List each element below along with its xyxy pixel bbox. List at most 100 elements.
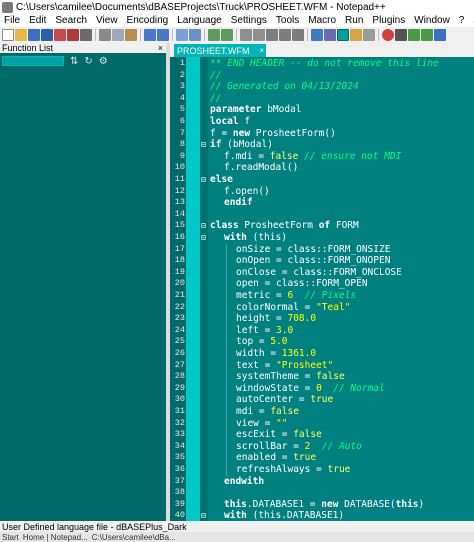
code-line[interactable]: 18 onOpen = class::FORM_ONOPEN bbox=[170, 255, 474, 267]
code-line[interactable]: 14 bbox=[170, 209, 474, 221]
code-line[interactable]: 26 width = 1361.0 bbox=[170, 348, 474, 360]
menu-plugins[interactable]: Plugins bbox=[372, 15, 405, 26]
sync-vertical-icon[interactable] bbox=[240, 29, 252, 41]
function-list-icon[interactable] bbox=[337, 29, 349, 41]
menu-file[interactable]: File bbox=[4, 15, 20, 26]
code-line[interactable]: 13 endif bbox=[170, 197, 474, 209]
code-line[interactable]: 35 enabled = true bbox=[170, 452, 474, 464]
code-line[interactable]: 3 // Generated on 04/13/2024 bbox=[170, 81, 474, 93]
document-map-icon[interactable] bbox=[324, 29, 336, 41]
menu-help[interactable]: ? bbox=[459, 15, 465, 26]
print-icon[interactable] bbox=[80, 29, 92, 41]
menu-search[interactable]: Search bbox=[55, 15, 87, 26]
code-line[interactable]: 39 this.DATABASE1 = new DATABASE(this) bbox=[170, 499, 474, 511]
fold-toggle-icon[interactable]: ⊟ bbox=[201, 174, 206, 186]
code-line[interactable]: 1 ** END HEADER -- do not remove this lin… bbox=[170, 58, 474, 70]
code-line[interactable]: 33 escExit = false bbox=[170, 429, 474, 441]
paste-icon[interactable] bbox=[125, 29, 137, 41]
cut-icon[interactable] bbox=[99, 29, 111, 41]
fold-toggle-icon[interactable]: ⊟ bbox=[201, 232, 206, 244]
code-line[interactable]: 27 text = "Prosheet" bbox=[170, 360, 474, 372]
menu-view[interactable]: View bbox=[96, 15, 118, 26]
zoom-in-icon[interactable] bbox=[208, 29, 220, 41]
word-wrap-icon[interactable] bbox=[266, 29, 278, 41]
fold-toggle-icon[interactable]: ⊟ bbox=[201, 220, 206, 232]
monitoring-icon[interactable] bbox=[363, 29, 375, 41]
code-line[interactable]: 17 onSize = class::FORM_ONSIZE bbox=[170, 244, 474, 256]
open-file-icon[interactable] bbox=[15, 29, 27, 41]
code-editor[interactable]: 1 ** END HEADER -- do not remove this lin… bbox=[170, 57, 474, 521]
play-macro-icon[interactable] bbox=[408, 29, 420, 41]
settings-gear-icon[interactable]: ⚙ bbox=[99, 56, 108, 67]
code-line[interactable]: 34 scrollBar = 2 // Auto bbox=[170, 441, 474, 453]
redo-icon[interactable] bbox=[157, 29, 169, 41]
code-line[interactable]: 22 colorNormal = "Teal" bbox=[170, 302, 474, 314]
indent-guide-icon[interactable] bbox=[292, 29, 304, 41]
folder-workspace-icon[interactable] bbox=[350, 29, 362, 41]
close-all-icon[interactable] bbox=[67, 29, 79, 41]
fold-toggle-icon[interactable]: ⊟ bbox=[201, 139, 206, 151]
code-line[interactable]: 6 local f bbox=[170, 116, 474, 128]
save-all-icon[interactable] bbox=[41, 29, 53, 41]
code-line[interactable]: 19 onClose = class::FORM_ONCLOSE bbox=[170, 267, 474, 279]
save-macro-icon[interactable] bbox=[434, 29, 446, 41]
language-icon[interactable] bbox=[311, 29, 323, 41]
taskbar-explorer-item[interactable]: C:\Users\camilee\dBa... bbox=[92, 533, 176, 542]
menu-encoding[interactable]: Encoding bbox=[127, 15, 169, 26]
tab-close-button[interactable]: × bbox=[259, 46, 264, 55]
code-line[interactable]: 8 ⊟ if (bModal) bbox=[170, 139, 474, 151]
function-list-close-button[interactable]: × bbox=[158, 43, 163, 53]
zoom-out-icon[interactable] bbox=[221, 29, 233, 41]
code-line[interactable]: 32 view = "" bbox=[170, 418, 474, 430]
code-line[interactable]: 11 ⊟ else bbox=[170, 174, 474, 186]
menu-window[interactable]: Window bbox=[414, 15, 450, 26]
code-line[interactable]: 15 ⊟ class ProsheetForm of FORM bbox=[170, 220, 474, 232]
menu-settings[interactable]: Settings bbox=[231, 15, 267, 26]
code-line[interactable]: 29 windowState = 0 // Normal bbox=[170, 383, 474, 395]
code-line[interactable]: 37 endwith bbox=[170, 476, 474, 488]
code-line[interactable]: 10 f.readModal() bbox=[170, 162, 474, 174]
code-line[interactable]: 31 mdi = false bbox=[170, 406, 474, 418]
code-line[interactable]: 5 parameter bModal bbox=[170, 104, 474, 116]
code-line[interactable]: 25 top = 5.0 bbox=[170, 336, 474, 348]
menu-edit[interactable]: Edit bbox=[29, 15, 46, 26]
code-line[interactable]: 20 open = class::FORM_OPEN bbox=[170, 278, 474, 290]
code-line[interactable]: 38 bbox=[170, 487, 474, 499]
code-line[interactable]: 12 f.open() bbox=[170, 186, 474, 198]
code-line[interactable]: 40 ⊟ with (this.DATABASE1) bbox=[170, 510, 474, 521]
save-icon[interactable] bbox=[28, 29, 40, 41]
code-line[interactable]: 28 systemTheme = false bbox=[170, 371, 474, 383]
fold-toggle-icon[interactable]: ⊟ bbox=[201, 510, 206, 521]
stop-macro-icon[interactable] bbox=[395, 29, 407, 41]
tab-prosheet-wfm[interactable]: PROSHEET.WFM × bbox=[174, 44, 266, 57]
code-line[interactable]: 9 f.mdi = false // ensure not MDI bbox=[170, 151, 474, 163]
code-line[interactable]: 21 metric = 6 // Pixels bbox=[170, 290, 474, 302]
sort-icon[interactable]: ⇅ bbox=[70, 56, 78, 67]
close-file-icon[interactable] bbox=[54, 29, 66, 41]
record-macro-icon[interactable] bbox=[382, 29, 394, 41]
code-line[interactable]: 2 // bbox=[170, 70, 474, 82]
sync-horizontal-icon[interactable] bbox=[253, 29, 265, 41]
code-line[interactable]: 23 height = 708.0 bbox=[170, 313, 474, 325]
menu-language[interactable]: Language bbox=[177, 15, 222, 26]
taskbar-notepad-item[interactable]: Home | Notepad... bbox=[23, 533, 88, 542]
function-list-search-input[interactable] bbox=[2, 56, 64, 66]
replace-icon[interactable] bbox=[189, 29, 201, 41]
menu-macro[interactable]: Macro bbox=[308, 15, 336, 26]
find-icon[interactable] bbox=[176, 29, 188, 41]
code-line[interactable]: 7 f = new ProsheetForm() bbox=[170, 128, 474, 140]
copy-icon[interactable] bbox=[112, 29, 124, 41]
code-line[interactable]: 30 autoCenter = true bbox=[170, 394, 474, 406]
menu-tools[interactable]: Tools bbox=[276, 15, 299, 26]
reload-icon[interactable]: ↻ bbox=[84, 56, 92, 67]
code-line[interactable]: 4 // bbox=[170, 93, 474, 105]
code-line[interactable]: 24 left = 3.0 bbox=[170, 325, 474, 337]
code-line[interactable]: 16 ⊟ with (this) bbox=[170, 232, 474, 244]
code-line[interactable]: 36 refreshAlways = true bbox=[170, 464, 474, 476]
menu-run[interactable]: Run bbox=[345, 15, 363, 26]
show-all-chars-icon[interactable] bbox=[279, 29, 291, 41]
play-multiple-macro-icon[interactable] bbox=[421, 29, 433, 41]
taskbar-start-item[interactable]: Start bbox=[2, 533, 19, 542]
undo-icon[interactable] bbox=[144, 29, 156, 41]
new-file-icon[interactable] bbox=[2, 29, 14, 41]
